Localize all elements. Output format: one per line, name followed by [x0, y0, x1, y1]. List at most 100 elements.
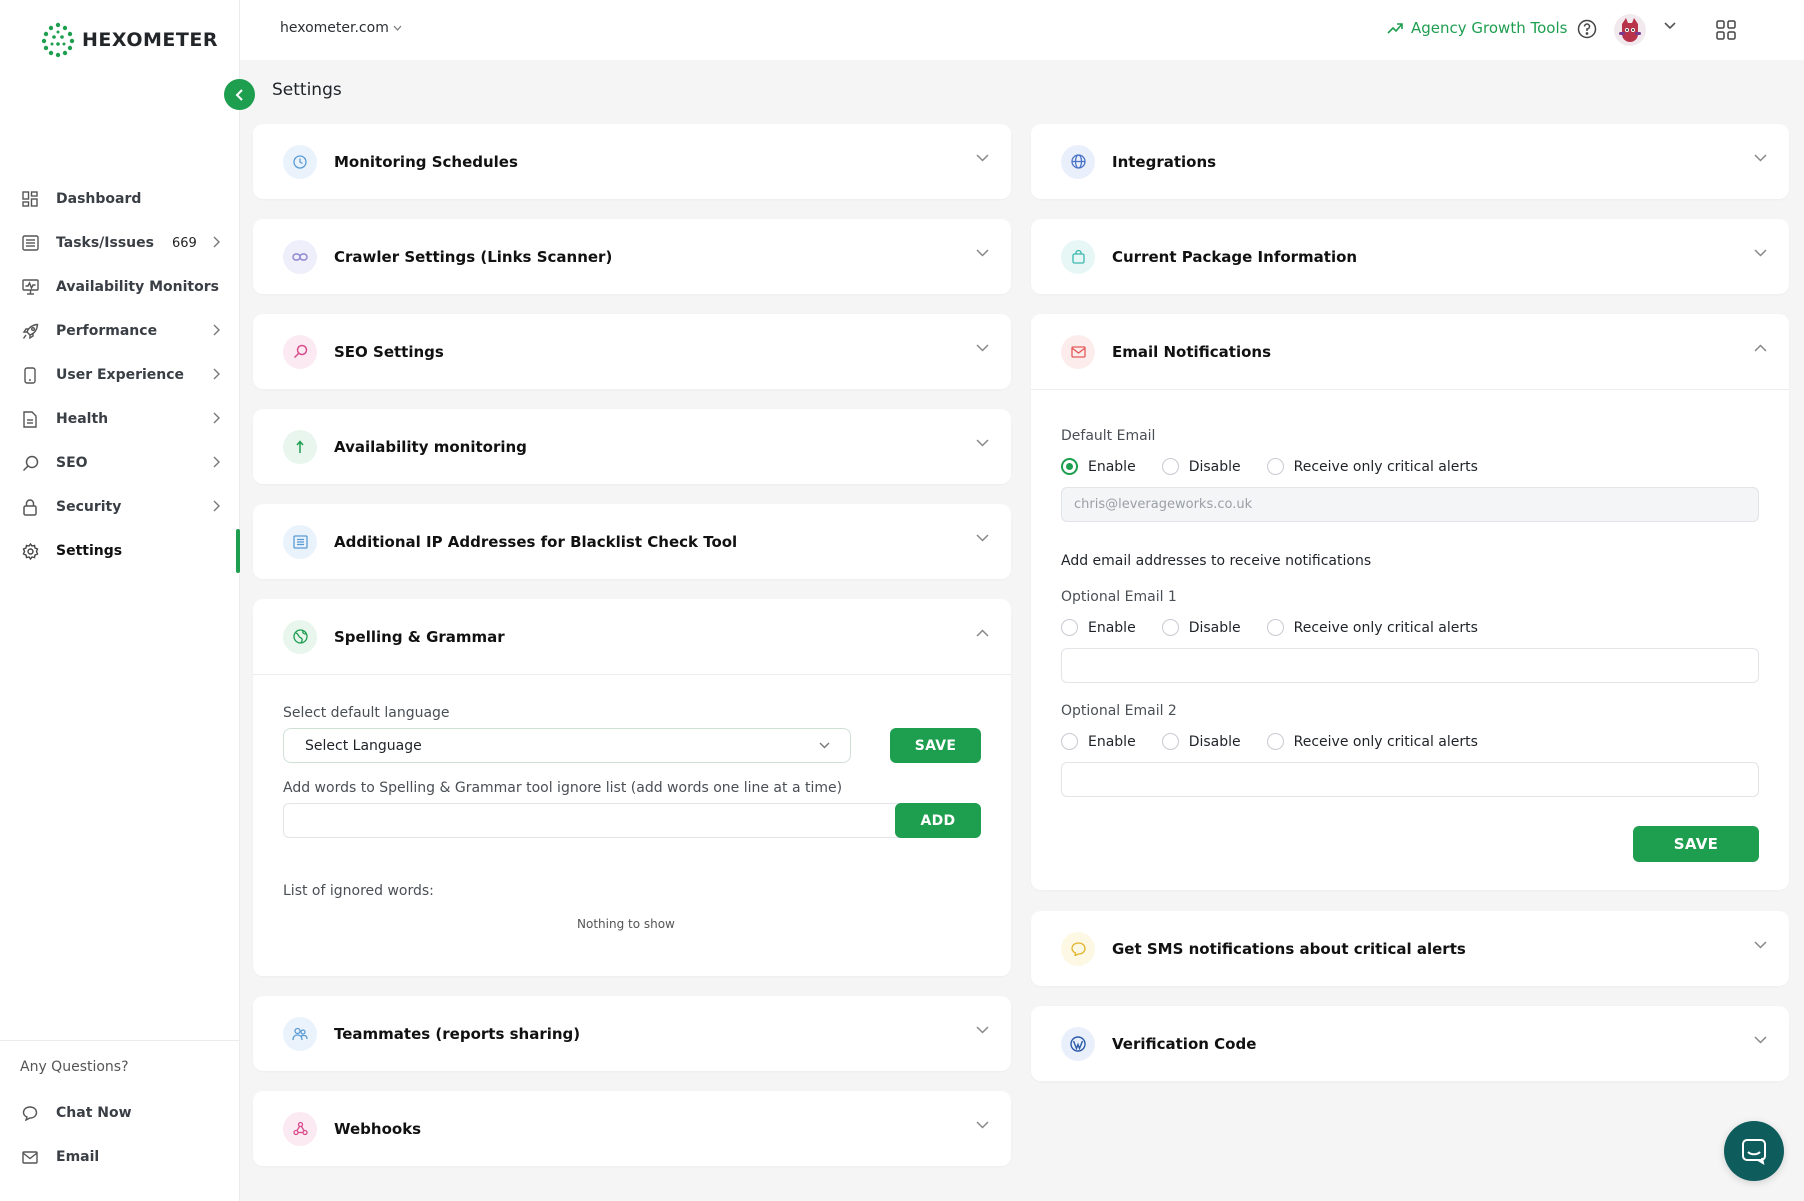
- sidebar: HEXOMETER Dashboard Tasks/Issues 669 Ava…: [0, 0, 240, 1201]
- card-header[interactable]: Verification Code: [1031, 1006, 1789, 1081]
- default-critical-radio[interactable]: Receive only critical alerts: [1266, 458, 1478, 475]
- help-icon[interactable]: [1577, 19, 1597, 39]
- optional-email-2-options: Enable Disable Receive only critical ale…: [1061, 733, 1478, 750]
- radio-label: Enable: [1088, 458, 1136, 475]
- opt1-enable-radio[interactable]: Enable: [1061, 619, 1136, 636]
- language-select[interactable]: Select Language: [283, 728, 851, 763]
- chat-now-link[interactable]: Chat Now: [0, 1091, 240, 1135]
- sidebar-item-settings[interactable]: Settings: [0, 529, 240, 573]
- sidebar-item-security[interactable]: Security: [0, 485, 240, 529]
- agency-growth-tools-label: Agency Growth Tools: [1411, 19, 1568, 37]
- radio-label: Enable: [1088, 733, 1136, 750]
- card-title: Get SMS notifications about critical ale…: [1112, 939, 1466, 958]
- sidebar-item-seo[interactable]: SEO: [0, 441, 240, 485]
- chevron-right-icon: [212, 500, 220, 512]
- user-avatar[interactable]: [1614, 14, 1646, 46]
- card-header[interactable]: Spelling & Grammar: [253, 599, 1011, 674]
- card-integrations: Integrations: [1031, 124, 1789, 199]
- sidebar-item-dashboard[interactable]: Dashboard: [0, 177, 240, 221]
- save-email-button[interactable]: SAVE: [1633, 826, 1759, 862]
- domain-name: hexometer.com: [280, 20, 389, 36]
- hexometer-logo[interactable]: HEXOMETER: [40, 22, 218, 58]
- card-header[interactable]: SEO Settings: [253, 314, 1011, 389]
- chat-bubble-icon: [1061, 931, 1095, 966]
- card-header[interactable]: Integrations: [1031, 124, 1789, 199]
- card-header[interactable]: Get SMS notifications about critical ale…: [1031, 911, 1789, 986]
- sidebar-item-label: Availability Monitors: [56, 279, 219, 295]
- card-header[interactable]: Teammates (reports sharing): [253, 996, 1011, 1071]
- chevron-right-icon: [212, 236, 220, 248]
- select-language-label: Select default language: [283, 705, 450, 721]
- sidebar-item-label: SEO: [56, 455, 88, 471]
- card-header[interactable]: Monitoring Schedules: [253, 124, 1011, 199]
- email-link[interactable]: Email: [0, 1135, 240, 1179]
- sidebar-item-performance[interactable]: Performance: [0, 309, 240, 353]
- card-title: Monitoring Schedules: [334, 152, 518, 171]
- chat-bubble-icon: [1740, 1137, 1768, 1165]
- sidebar-item-tasks[interactable]: Tasks/Issues 669: [0, 221, 240, 265]
- opt2-disable-radio[interactable]: Disable: [1161, 733, 1241, 750]
- user-menu-chevron-icon[interactable]: [1664, 22, 1676, 30]
- chevron-down-icon: [976, 1026, 989, 1034]
- gear-icon: [20, 541, 40, 561]
- agency-growth-tools-link[interactable]: Agency Growth Tools: [1387, 19, 1567, 37]
- hexometer-logo-icon: [40, 22, 76, 58]
- default-disable-radio[interactable]: Disable: [1161, 458, 1241, 475]
- monitor-icon: [20, 277, 40, 297]
- webhook-icon: [283, 1111, 317, 1146]
- card-header[interactable]: Webhooks: [253, 1091, 1011, 1166]
- card-header[interactable]: Additional IP Addresses for Blacklist Ch…: [253, 504, 1011, 579]
- card-header[interactable]: Email Notifications: [1031, 314, 1789, 389]
- sidebar-help: Any Questions? Chat Now Email: [0, 1040, 240, 1179]
- domain-selector[interactable]: hexometer.com: [280, 20, 402, 36]
- card-current-package: Current Package Information: [1031, 219, 1789, 294]
- opt1-critical-radio[interactable]: Receive only critical alerts: [1266, 619, 1478, 636]
- trending-up-icon: [1387, 22, 1403, 34]
- card-ip-addresses: Additional IP Addresses for Blacklist Ch…: [253, 504, 1011, 579]
- chevron-down-icon: [976, 344, 989, 352]
- default-email-input[interactable]: chris@leverageworks.co.uk: [1061, 487, 1759, 522]
- optional-email-1-input[interactable]: [1061, 648, 1759, 683]
- live-chat-button[interactable]: [1724, 1121, 1784, 1181]
- card-title: Teammates (reports sharing): [334, 1024, 581, 1043]
- logo-text: HEXOMETER: [82, 29, 218, 51]
- sidebar-item-user-experience[interactable]: User Experience: [0, 353, 240, 397]
- opt2-enable-radio[interactable]: Enable: [1061, 733, 1136, 750]
- opt1-disable-radio[interactable]: Disable: [1161, 619, 1241, 636]
- card-email-notifications: Email Notifications Default Email Enable…: [1031, 314, 1789, 890]
- document-icon: [20, 409, 40, 429]
- chevron-down-icon: [1754, 941, 1767, 949]
- sidebar-item-availability-monitors[interactable]: Availability Monitors: [0, 265, 240, 309]
- ignore-words-input[interactable]: [283, 803, 903, 838]
- save-language-button[interactable]: SAVE: [890, 728, 981, 763]
- globe-icon: [1061, 144, 1095, 179]
- apps-grid-icon[interactable]: [1716, 20, 1736, 40]
- chevron-down-icon: [1754, 249, 1767, 257]
- card-header[interactable]: Crawler Settings (Links Scanner): [253, 219, 1011, 294]
- sidebar-item-label: Security: [56, 499, 122, 515]
- optional-email-2-label: Optional Email 2: [1061, 703, 1177, 719]
- card-title: Integrations: [1112, 152, 1217, 171]
- card-header[interactable]: Current Package Information: [1031, 219, 1789, 294]
- dashboard-icon: [20, 189, 40, 209]
- card-header[interactable]: Availability monitoring: [253, 409, 1011, 484]
- collapse-sidebar-button[interactable]: [224, 79, 255, 110]
- sidebar-item-label: Tasks/Issues: [56, 235, 154, 251]
- tasks-count-badge: 669: [172, 235, 197, 251]
- add-emails-label: Add email addresses to receive notificat…: [1061, 553, 1372, 569]
- default-enable-radio[interactable]: Enable: [1061, 458, 1136, 475]
- card-spelling-grammar: Spelling & Grammar Select default langua…: [253, 599, 1011, 976]
- opt2-critical-radio[interactable]: Receive only critical alerts: [1266, 733, 1478, 750]
- sidebar-item-health[interactable]: Health: [0, 397, 240, 441]
- optional-email-2-input[interactable]: [1061, 762, 1759, 797]
- chevron-down-icon: [1754, 1036, 1767, 1044]
- radio-label: Receive only critical alerts: [1293, 619, 1478, 636]
- chevron-down-icon: [819, 742, 830, 749]
- ignore-list-label: Add words to Spelling & Grammar tool ign…: [283, 780, 843, 796]
- empty-list-message: Nothing to show: [577, 917, 675, 931]
- add-words-button[interactable]: ADD: [895, 803, 981, 838]
- chevron-down-icon: [1754, 154, 1767, 162]
- radio-label: Receive only critical alerts: [1293, 733, 1478, 750]
- list-icon: [20, 233, 40, 253]
- card-crawler-settings: Crawler Settings (Links Scanner): [253, 219, 1011, 294]
